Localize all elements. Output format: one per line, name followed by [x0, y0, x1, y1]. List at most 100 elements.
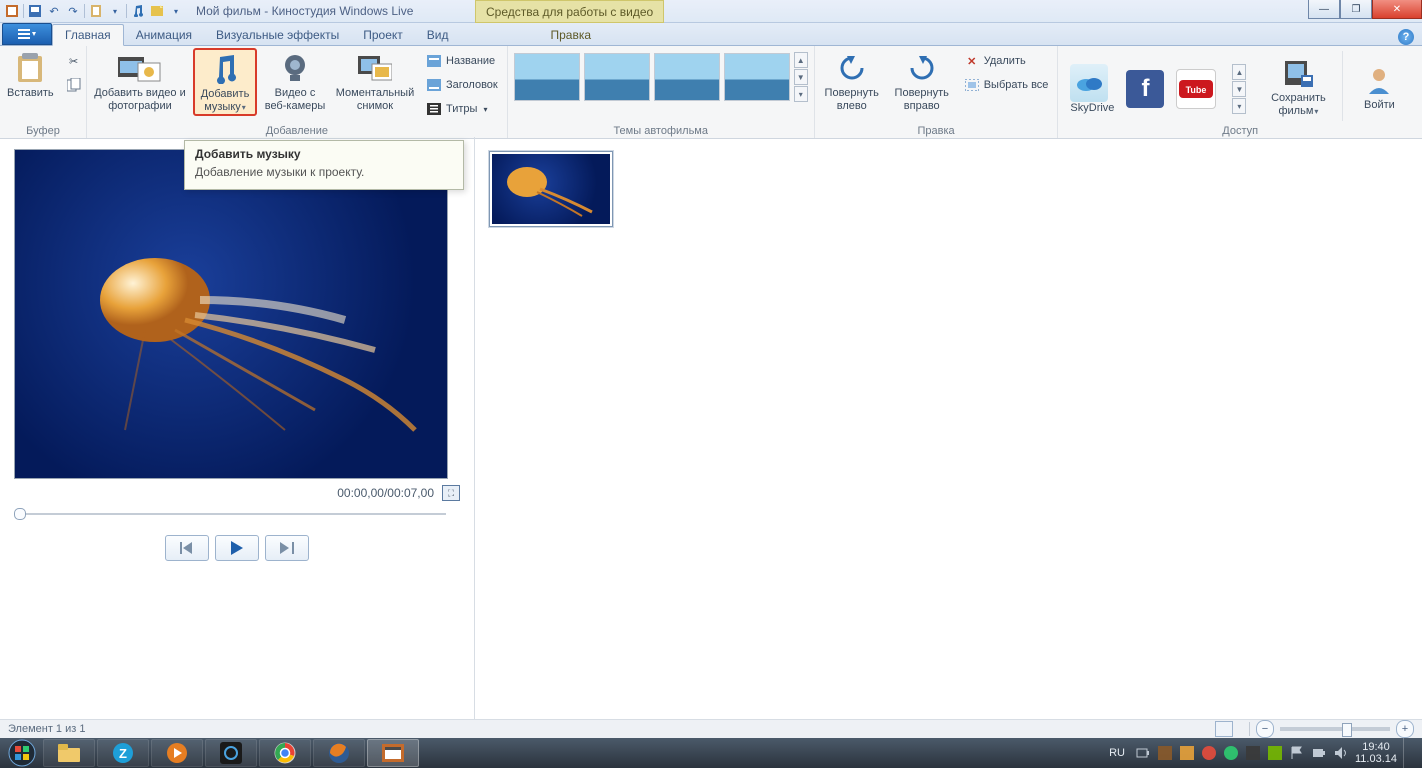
fullscreen-button[interactable]: ⛶ [442, 485, 460, 501]
window-title: Мой фильм - Киностудия Windows Live [196, 4, 413, 18]
thumbnail-size-button[interactable] [1215, 721, 1233, 737]
file-menu-button[interactable] [2, 23, 52, 45]
group-editing-label: Правка [819, 124, 1054, 138]
taskbar-app-z[interactable]: Z [97, 739, 149, 767]
tray-volume-icon[interactable] [1333, 745, 1349, 761]
theme-thumb-1[interactable] [514, 53, 580, 101]
storyboard[interactable] [475, 137, 1422, 720]
show-desktop-button[interactable] [1403, 738, 1414, 768]
rotate-right-button[interactable]: Повернуть вправо [889, 48, 955, 114]
timecode-text: 00:00,00/00:07,00 [337, 486, 434, 500]
qat-redo-icon[interactable]: ↷ [65, 3, 81, 19]
facebook-button[interactable]: f [1126, 70, 1164, 108]
play-button[interactable] [215, 535, 259, 561]
tray-power-icon[interactable] [1135, 745, 1151, 761]
quick-access-toolbar: ↶ ↷ ▾ ▾ [0, 3, 188, 19]
select-all-button[interactable]: Выбрать все [959, 74, 1054, 96]
title-bar: ↶ ↷ ▾ ▾ Мой фильм - Киностудия Windows L… [0, 0, 1422, 23]
taskbar-media[interactable] [205, 739, 257, 767]
gallery-up-icon[interactable]: ▲ [794, 52, 808, 68]
webcam-video-button[interactable]: Видео с веб-камеры [261, 48, 329, 114]
tray-globe-icon[interactable] [1223, 745, 1239, 761]
share-gallery-more-icon[interactable]: ▾ [1232, 98, 1246, 114]
qat-paste-dropdown-icon[interactable]: ▾ [107, 3, 123, 19]
theme-thumb-2[interactable] [584, 53, 650, 101]
next-frame-button[interactable] [265, 535, 309, 561]
copy-icon [66, 77, 82, 93]
add-music-tooltip: Добавить музыку Добавление музыки к прое… [184, 140, 464, 190]
zoom-in-button[interactable]: + [1396, 720, 1414, 738]
contextual-tab-header: Средства для работы с видео [475, 0, 664, 23]
tray-clock[interactable]: 19:40 11.03.14 [1355, 741, 1397, 765]
skydrive-button[interactable] [1070, 64, 1108, 102]
qat-customize-dropdown-icon[interactable]: ▾ [168, 3, 184, 19]
prev-frame-button[interactable] [165, 535, 209, 561]
zoom-out-button[interactable]: − [1256, 720, 1274, 738]
clipboard-icon [16, 51, 44, 85]
tray-app1-icon[interactable] [1157, 745, 1173, 761]
add-music-button[interactable]: Добавить музыку [193, 48, 257, 116]
delete-button[interactable]: ✕Удалить [959, 50, 1054, 72]
help-button[interactable]: ? [1398, 29, 1414, 45]
zoom-slider-thumb[interactable] [1342, 723, 1352, 737]
workspace: 00:00,00/00:07,00 ⛶ [0, 137, 1422, 720]
taskbar-moviemaker[interactable] [367, 739, 419, 767]
caption-icon [426, 77, 442, 93]
ribbon: Вставить ✂ Буфер Добавить видео и фотогр… [0, 46, 1422, 139]
share-gallery-down-icon[interactable]: ▼ [1232, 81, 1246, 97]
tab-edit[interactable]: Правка [538, 25, 603, 45]
snapshot-button[interactable]: Моментальный снимок [333, 48, 417, 114]
close-button[interactable]: ✕ [1372, 0, 1422, 19]
paste-button[interactable]: Вставить [4, 48, 57, 101]
language-indicator[interactable]: RU [1105, 747, 1129, 759]
tray-app2-icon[interactable] [1245, 745, 1261, 761]
youtube-button[interactable]: Tube [1176, 69, 1216, 109]
save-movie-icon [1283, 56, 1313, 90]
taskbar-firefox[interactable] [313, 739, 365, 767]
qat-paste-icon[interactable] [88, 3, 104, 19]
tab-project[interactable]: Проект [351, 25, 415, 45]
gallery-more-icon[interactable]: ▾ [794, 86, 808, 102]
add-title-button[interactable]: Название [421, 50, 503, 72]
title-icon [426, 53, 442, 69]
qat-app-icon[interactable] [4, 3, 20, 19]
gallery-down-icon[interactable]: ▼ [794, 69, 808, 85]
qat-newproject-icon[interactable] [149, 3, 165, 19]
tray-nvidia-icon[interactable] [1267, 745, 1283, 761]
save-movie-button[interactable]: Сохранить фильм [1264, 53, 1332, 119]
theme-thumb-4[interactable] [724, 53, 790, 101]
sign-in-button[interactable]: Войти [1353, 60, 1405, 113]
zoom-slider[interactable] [1280, 727, 1390, 731]
tray-antivirus-icon[interactable] [1201, 745, 1217, 761]
seek-bar[interactable] [14, 511, 446, 517]
theme-thumb-3[interactable] [654, 53, 720, 101]
clip-thumbnail[interactable] [489, 151, 613, 227]
taskbar-explorer[interactable] [43, 739, 95, 767]
cut-button[interactable]: ✂ [61, 50, 87, 72]
tab-view[interactable]: Вид [415, 25, 461, 45]
preview-monitor [14, 149, 448, 479]
qat-save-icon[interactable] [27, 3, 43, 19]
taskbar-wmp[interactable] [151, 739, 203, 767]
add-videos-photos-button[interactable]: Добавить видео и фотографии [91, 48, 189, 114]
tooltip-title: Добавить музыку [195, 147, 453, 161]
add-caption-button[interactable]: Заголовок [421, 74, 503, 96]
qat-undo-icon[interactable]: ↶ [46, 3, 62, 19]
share-gallery-up-icon[interactable]: ▲ [1232, 64, 1246, 80]
rotate-left-button[interactable]: Повернуть влево [819, 48, 885, 114]
taskbar-chrome[interactable] [259, 739, 311, 767]
tab-animation[interactable]: Анимация [124, 25, 204, 45]
copy-button[interactable] [61, 74, 87, 96]
seek-thumb[interactable] [14, 508, 26, 520]
maximize-button[interactable]: ❐ [1340, 0, 1372, 19]
minimize-button[interactable]: — [1308, 0, 1340, 19]
tab-effects[interactable]: Визуальные эффекты [204, 25, 351, 45]
tray-flag-icon[interactable] [1289, 745, 1305, 761]
tray-battery-icon[interactable] [1311, 745, 1327, 761]
jellyfish-image [85, 230, 425, 450]
tab-main[interactable]: Главная [52, 24, 124, 46]
start-button[interactable] [2, 738, 42, 768]
add-credits-button[interactable]: Титры▾ [421, 98, 503, 120]
qat-music-icon[interactable] [130, 3, 146, 19]
tray-java-icon[interactable] [1179, 745, 1195, 761]
